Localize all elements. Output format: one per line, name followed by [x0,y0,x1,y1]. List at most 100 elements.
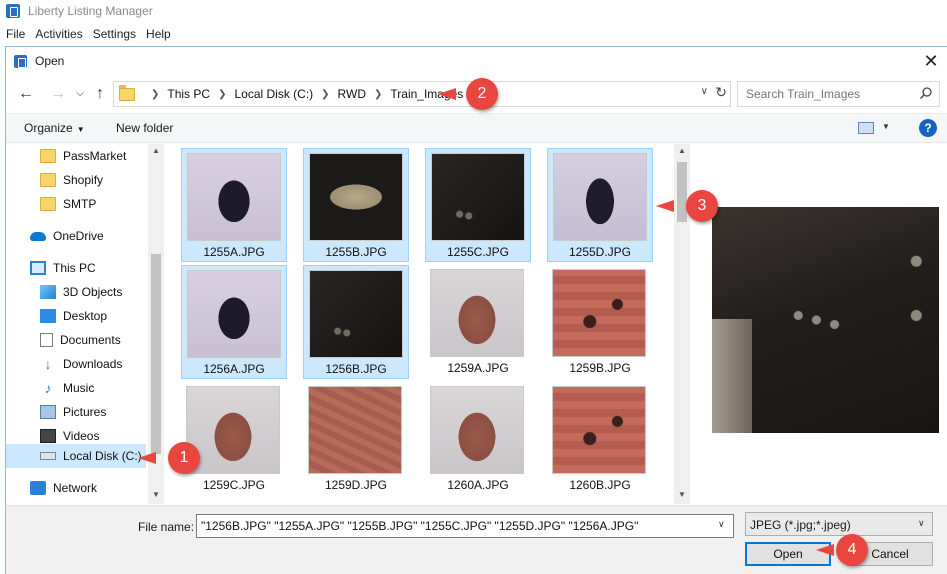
nav-label: Desktop [63,309,108,323]
pc-icon [30,261,46,275]
scroll-up-icon[interactable]: ▲ [674,146,690,155]
thumbnail [431,153,525,241]
downloads-icon: ↓ [44,356,52,372]
file-tile[interactable]: 1255C.JPG [425,148,531,262]
callout-number: 1 [168,442,200,474]
scroll-down-icon[interactable]: ▼ [674,490,690,499]
nav-item-this-pc[interactable]: This PC [6,256,146,280]
file-name: 1259B.JPG [569,361,631,375]
scroll-up-icon[interactable]: ▲ [148,146,164,155]
nav-item-onedrive[interactable]: OneDrive [6,224,146,248]
forward-arrow-icon[interactable]: → [48,84,68,104]
chevron-down-icon[interactable]: ∨ [918,518,925,529]
open-dialog: Open ✕ ← → ⌵ ↑ ❯ This PC ❯ Local Disk (C… [5,46,947,574]
chevron-right-icon[interactable]: ❯ [321,89,329,100]
file-type-select[interactable]: JPEG (*.jpg;*.jpeg) [745,512,933,536]
nav-label: Music [63,381,95,395]
file-name: 1259A.JPG [447,361,509,375]
file-name: 1259C.JPG [202,478,266,492]
close-icon[interactable]: ✕ [921,51,941,71]
file-tile[interactable]: 1259A.JPG [425,265,531,379]
callout-pointer [656,200,674,212]
file-tile[interactable]: 1259B.JPG [547,265,653,379]
search-box[interactable] [737,81,940,107]
file-list: 1255A.JPG 1255B.JPG 1255C.JPG 1255D.JPG … [171,144,691,504]
callout-number: 3 [686,190,718,222]
help-icon[interactable]: ? [919,119,937,137]
crumb-this-pc[interactable]: This PC [167,87,210,101]
nav-item-3d-objects[interactable]: 3D Objects [6,280,146,304]
file-tile[interactable]: 1256B.JPG [303,265,409,379]
nav-label: Pictures [63,405,107,419]
crumb-rwd[interactable]: RWD [338,87,366,101]
callout-pointer [816,544,834,556]
chevron-right-icon[interactable]: ❯ [218,89,226,100]
menu-activities[interactable]: Activities [30,27,87,41]
recent-dropdown-icon[interactable]: ⌵ [70,84,90,104]
address-bar[interactable]: ❯ This PC ❯ Local Disk (C:) ❯ RWD ❯ Trai… [113,81,731,107]
file-name: 1255B.JPG [325,245,387,259]
refresh-icon[interactable]: ↻ [715,84,727,101]
file-tile[interactable]: 1259C.JPG [181,382,287,496]
dialog-logo-icon [14,54,27,68]
nav-item-network[interactable]: Network [6,476,146,500]
nav-label: Videos [63,429,100,443]
documents-icon [40,333,53,347]
nav-item-downloads[interactable]: ↓ Downloads [6,352,146,376]
menu-settings[interactable]: Settings [88,27,141,41]
nav-item-passmarket[interactable]: PassMarket [6,144,146,168]
chevron-down-icon[interactable]: ∨ [718,519,725,530]
view-options-icon[interactable] [858,122,874,134]
nav-item-smtp[interactable]: SMTP [6,192,146,216]
file-tile[interactable]: 1260B.JPG [547,382,653,496]
pictures-icon [40,405,56,419]
chevron-down-icon[interactable]: ∨ [701,86,708,97]
callout-number: 4 [836,534,868,566]
menu-help[interactable]: Help [141,27,176,41]
desktop-icon [40,309,56,323]
search-input[interactable] [746,87,916,101]
file-tile[interactable]: 1255D.JPG [547,148,653,262]
nav-item-pictures[interactable]: Pictures [6,400,146,424]
file-tile[interactable]: 1259D.JPG [303,382,409,496]
organize-button[interactable]: Organize ▼ [24,121,85,135]
folder-icon [40,173,56,187]
view-caret-down-icon[interactable]: ▼ [882,122,890,131]
file-name-label: File name: [138,520,195,534]
file-name-field[interactable] [196,514,734,538]
scroll-down-icon[interactable]: ▼ [148,490,164,499]
app-titlebar: Liberty Listing Manager [0,0,947,22]
thumbnail [552,269,646,357]
file-tile[interactable]: 1255B.JPG [303,148,409,262]
nav-label: Shopify [63,173,104,187]
nav-item-music[interactable]: ♪ Music [6,376,146,400]
thumbnail [430,269,524,357]
nav-label: Downloads [63,357,123,371]
back-arrow-icon[interactable]: ← [16,84,36,104]
nav-label: Documents [60,333,121,347]
disk-icon [40,452,56,460]
nav-item-shopify[interactable]: Shopify [6,168,146,192]
callout-pointer [138,452,156,464]
file-name: 1256B.JPG [325,362,387,376]
menu-file[interactable]: File [0,27,30,41]
chevron-right-icon[interactable]: ❯ [151,89,159,100]
search-icon[interactable] [919,86,933,100]
nav-label: Network [53,481,98,495]
nav-item-local-disk[interactable]: Local Disk (C:) [6,444,146,468]
up-arrow-icon[interactable]: ↑ [90,84,110,104]
address-folder-icon [119,84,135,101]
scroll-thumb[interactable] [151,254,161,454]
file-tile[interactable]: 1256A.JPG [181,265,287,379]
crumb-local-disk[interactable]: Local Disk (C:) [234,87,313,101]
nav-item-desktop[interactable]: Desktop [6,304,146,328]
nav-item-documents[interactable]: Documents [6,328,146,352]
thumbnail [187,153,281,241]
new-folder-button[interactable]: New folder [116,121,173,135]
nav-label: OneDrive [53,229,104,243]
chevron-right-icon[interactable]: ❯ [374,89,382,100]
caret-down-icon: ▼ [76,125,85,134]
nav-label: 3D Objects [63,285,123,299]
file-tile[interactable]: 1260A.JPG [425,382,531,496]
file-tile[interactable]: 1255A.JPG [181,148,287,262]
